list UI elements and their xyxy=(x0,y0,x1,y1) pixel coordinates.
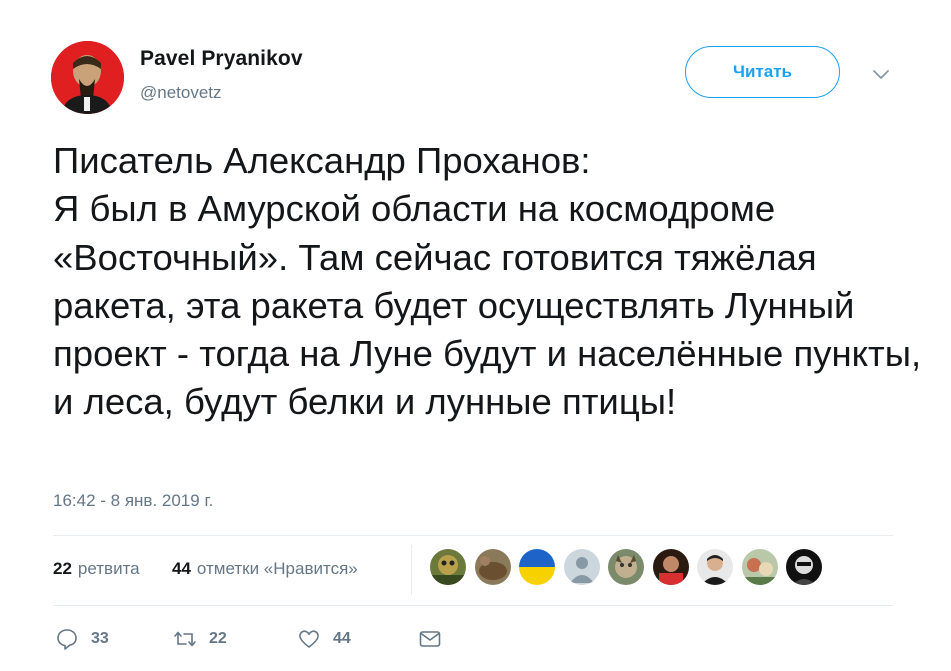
heart-icon xyxy=(299,630,319,648)
liker-avatar[interactable] xyxy=(741,549,778,585)
retweets-count: 22 xyxy=(53,559,72,578)
retweet-button[interactable]: 22 xyxy=(173,627,227,651)
liker-avatar[interactable] xyxy=(786,549,822,585)
reply-button[interactable]: 33 xyxy=(55,627,109,651)
avatar-image xyxy=(51,41,124,114)
liker-avatar[interactable] xyxy=(697,549,733,585)
direct-message-button[interactable] xyxy=(418,627,454,651)
reply-count: 33 xyxy=(91,630,109,647)
like-count: 44 xyxy=(333,630,351,647)
author-handle[interactable]: @netovetz xyxy=(140,83,222,103)
retweet-count: 22 xyxy=(209,630,227,647)
liker-avatar-default[interactable] xyxy=(563,549,600,585)
liker-avatar[interactable] xyxy=(430,549,466,585)
follow-button[interactable]: Читать xyxy=(685,46,840,98)
divider xyxy=(53,535,893,536)
chevron-down-icon[interactable] xyxy=(872,66,890,84)
liker-avatar[interactable] xyxy=(608,549,644,585)
likers-avatars xyxy=(430,549,831,585)
likes-label: отметки «Нравится» xyxy=(196,559,358,578)
likes-count: 44 xyxy=(172,559,191,578)
like-button[interactable]: 44 xyxy=(297,627,351,651)
likes-stat[interactable]: 44 отметки «Нравится» xyxy=(172,559,358,579)
reply-icon xyxy=(57,629,77,650)
retweets-stat[interactable]: 22 ретвита xyxy=(53,559,140,579)
envelope-icon xyxy=(419,631,441,647)
retweets-label: ретвита xyxy=(77,559,140,578)
author-name[interactable]: Pavel Pryanikov xyxy=(140,47,303,71)
liker-avatar[interactable] xyxy=(474,549,511,585)
retweet-icon xyxy=(174,631,196,647)
tweet-text: Писатель Александр Проханов: Я был в Аму… xyxy=(53,140,922,423)
liker-avatar[interactable] xyxy=(652,549,689,585)
divider xyxy=(53,605,893,606)
author-avatar[interactable] xyxy=(51,41,124,114)
stats-divider xyxy=(411,545,412,595)
liker-avatar-ukraine-flag[interactable] xyxy=(519,549,555,585)
tweet-card: Pavel Pryanikov @netovetz Читать Писател… xyxy=(0,0,951,671)
tweet-timestamp[interactable]: 16:42 - 8 янв. 2019 г. xyxy=(53,491,213,511)
